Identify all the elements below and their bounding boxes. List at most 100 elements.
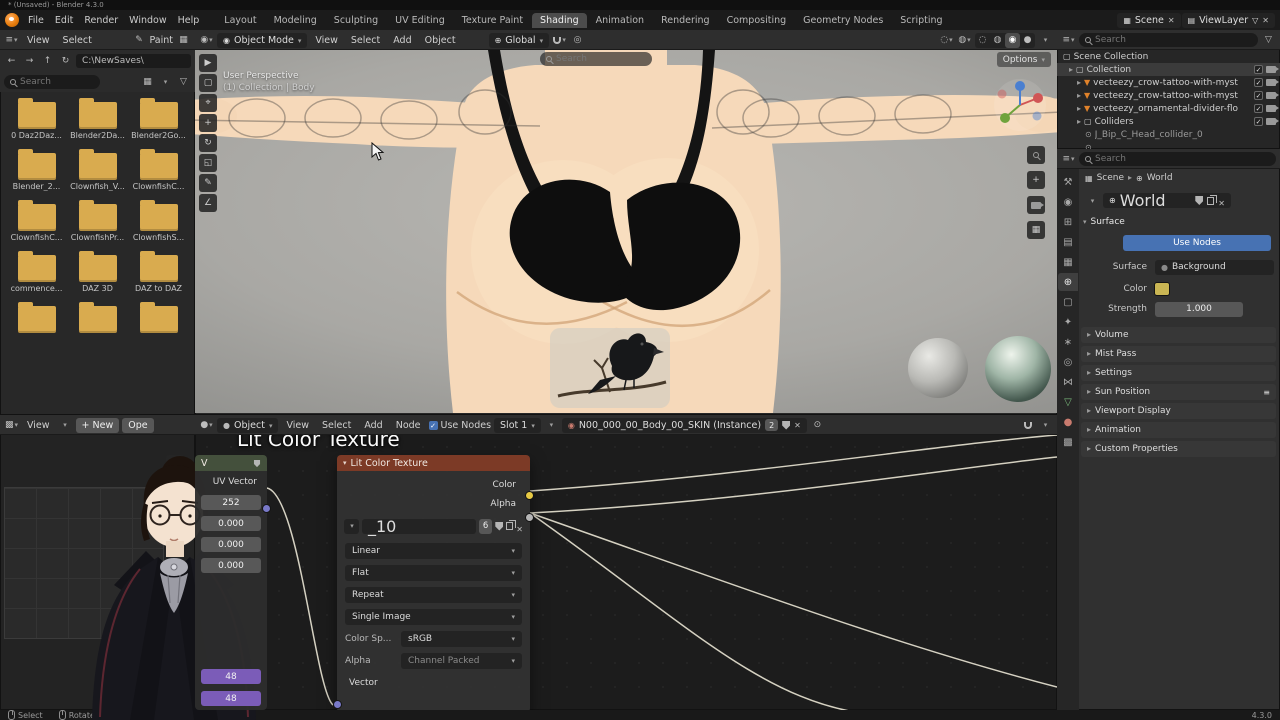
browse-world-icon[interactable] bbox=[1085, 193, 1100, 208]
fb-grid-icon[interactable]: ▦ bbox=[176, 33, 191, 48]
menu-render[interactable]: Render bbox=[79, 14, 123, 27]
use-nodes-checkbox[interactable] bbox=[429, 421, 438, 430]
surface-value-dropdown[interactable]: ● Background bbox=[1155, 260, 1274, 275]
viewlayer-close-icon[interactable] bbox=[1262, 15, 1269, 26]
outliner-row[interactable]: ⊙ bbox=[1057, 141, 1280, 149]
fb-search-input[interactable] bbox=[20, 77, 94, 87]
folder-item[interactable]: Clownfish_V... bbox=[67, 149, 128, 191]
use-nodes-button[interactable]: Use Nodes bbox=[1123, 235, 1271, 251]
gizmo-dropdown-icon[interactable]: ◌ bbox=[939, 33, 954, 48]
new-image-button[interactable]: +New bbox=[76, 418, 120, 433]
sh-menu-select[interactable]: Select bbox=[317, 419, 356, 432]
folder-item[interactable]: Blender_2... bbox=[6, 149, 67, 191]
world-properties-icon[interactable]: ⊕ bbox=[1058, 273, 1078, 291]
measure-tool-icon[interactable]: ∠ bbox=[199, 194, 217, 212]
fb-filter-icon[interactable]: ▽ bbox=[176, 75, 191, 90]
color-swatch[interactable] bbox=[1155, 283, 1169, 295]
browse-material-icon[interactable] bbox=[544, 418, 559, 433]
extension-dropdown[interactable]: Repeat bbox=[345, 587, 522, 603]
exclude-checkbox[interactable] bbox=[1254, 91, 1263, 100]
render-visibility-icon[interactable] bbox=[1266, 66, 1276, 73]
data-properties-icon[interactable]: ▽ bbox=[1058, 393, 1078, 411]
fb-thumbnail-view-icon[interactable]: ▦ bbox=[140, 75, 155, 90]
alpha-output-socket[interactable] bbox=[525, 513, 534, 522]
render-properties-icon[interactable]: ◉ bbox=[1058, 193, 1078, 211]
tab-animation[interactable]: Animation bbox=[588, 13, 652, 28]
physics-properties-icon[interactable]: ◎ bbox=[1058, 353, 1078, 371]
ie-menu-view[interactable]: View bbox=[22, 419, 55, 432]
sh-menu-node[interactable]: Node bbox=[391, 419, 426, 432]
value-field[interactable]: 0.000 bbox=[201, 537, 261, 552]
ortho-grid-icon[interactable]: ▦ bbox=[1027, 221, 1045, 239]
vp-menu-add[interactable]: Add bbox=[388, 34, 416, 47]
tab-uv-editing[interactable]: UV Editing bbox=[387, 13, 453, 28]
color-space-dropdown[interactable]: sRGB bbox=[401, 631, 522, 647]
expand-icon[interactable] bbox=[1077, 104, 1081, 114]
vp-menu-object[interactable]: Object bbox=[420, 34, 461, 47]
driven-field[interactable]: 48 bbox=[201, 669, 261, 684]
overlay-options-icon[interactable] bbox=[1038, 418, 1053, 433]
refresh-icon[interactable]: ↻ bbox=[58, 54, 73, 69]
folder-item[interactable]: ClownfishS... bbox=[128, 200, 189, 242]
material-properties-icon[interactable]: ● bbox=[1058, 413, 1078, 431]
editor-type-icon[interactable]: ≡ bbox=[4, 33, 19, 48]
options-button[interactable]: Options bbox=[997, 52, 1051, 67]
source-dropdown[interactable]: Single Image bbox=[345, 609, 522, 625]
viewlayer-filter-icon[interactable]: ▽ bbox=[1252, 16, 1258, 25]
scene-selector[interactable]: ▦ Scene bbox=[1117, 13, 1180, 28]
image-name-field[interactable]: _10 bbox=[362, 519, 476, 534]
unlink-icon[interactable] bbox=[794, 420, 801, 431]
render-visibility-icon[interactable] bbox=[1266, 118, 1276, 125]
menu-file[interactable]: File bbox=[23, 14, 49, 27]
overlays-dropdown-icon[interactable]: ◍ bbox=[957, 33, 972, 48]
surface-panel-header[interactable]: ▾Surface bbox=[1083, 217, 1125, 227]
value-field[interactable]: 252 bbox=[201, 495, 261, 510]
rotate-tool-icon[interactable]: ↻ bbox=[199, 134, 217, 152]
strength-field[interactable]: 1.000 bbox=[1155, 302, 1243, 317]
snap-icon[interactable] bbox=[1020, 418, 1035, 433]
breadcrumb-scene[interactable]: Scene bbox=[1097, 173, 1124, 183]
outliner-row[interactable]: ▢ Colliders bbox=[1057, 115, 1280, 128]
modifier-properties-icon[interactable]: ✦ bbox=[1058, 313, 1078, 331]
blender-logo-icon[interactable] bbox=[5, 13, 19, 27]
shading-options-icon[interactable] bbox=[1038, 33, 1053, 48]
shading-material-icon[interactable]: ◉ bbox=[1005, 33, 1020, 48]
sh-menu-add[interactable]: Add bbox=[359, 419, 387, 432]
image-texture-node[interactable]: ▾ Lit Color Texture Color Alpha _10 6 Li… bbox=[337, 455, 530, 710]
camera-view-icon[interactable] bbox=[1027, 196, 1045, 214]
fb-menu-view[interactable]: View bbox=[22, 34, 55, 47]
tab-sculpting[interactable]: Sculpting bbox=[326, 13, 386, 28]
folder-item[interactable]: ClownfishC... bbox=[6, 200, 67, 242]
proportional-edit-icon[interactable]: ◎ bbox=[570, 33, 585, 48]
value-field[interactable]: 0.000 bbox=[201, 516, 261, 531]
particles-properties-icon[interactable]: ∗ bbox=[1058, 333, 1078, 351]
paint-mode-label[interactable]: Paint bbox=[149, 35, 173, 46]
exclude-checkbox[interactable] bbox=[1254, 104, 1263, 113]
shading-rendered-icon[interactable]: ● bbox=[1020, 33, 1035, 48]
viewlayer-selector[interactable]: ▤ ViewLayer ▽ bbox=[1182, 13, 1275, 28]
menu-window[interactable]: Window bbox=[124, 14, 171, 27]
vp-menu-view[interactable]: View bbox=[310, 34, 343, 47]
viewport-canvas[interactable]: ▶ ▢ ⌖ + ↻ ◱ ✎ ∠ User Perspective (1) Col… bbox=[195, 50, 1057, 413]
interpolation-dropdown[interactable]: Linear bbox=[345, 543, 522, 559]
outliner-row[interactable]: ▼ vecteezy_ornamental-divider-flo bbox=[1057, 102, 1280, 115]
render-visibility-icon[interactable] bbox=[1266, 79, 1276, 86]
material-datablock-field[interactable]: ◉ N00_000_00_Body_00_SKIN (Instance) 2 bbox=[562, 418, 807, 433]
vp-menu-select[interactable]: Select bbox=[346, 34, 385, 47]
scene-properties-icon[interactable]: ▦ bbox=[1058, 253, 1078, 271]
tab-modeling[interactable]: Modeling bbox=[266, 13, 325, 28]
editor-type-icon[interactable]: ● bbox=[199, 418, 214, 433]
render-visibility-icon[interactable] bbox=[1266, 92, 1276, 99]
tab-shading[interactable]: Shading bbox=[532, 13, 587, 28]
constraints-properties-icon[interactable]: ⋈ bbox=[1058, 373, 1078, 391]
expand-icon[interactable] bbox=[1069, 65, 1073, 75]
tab-scripting[interactable]: Scripting bbox=[892, 13, 950, 28]
select-tool-icon[interactable]: ▶ bbox=[199, 54, 217, 72]
properties-search-field[interactable] bbox=[1079, 152, 1276, 166]
exclude-checkbox[interactable] bbox=[1254, 78, 1263, 87]
tab-rendering[interactable]: Rendering bbox=[653, 13, 718, 28]
editor-type-icon[interactable]: ▩ bbox=[4, 418, 19, 433]
cursor-tool-icon[interactable]: ⌖ bbox=[199, 94, 217, 112]
alpha-mode-dropdown[interactable]: Channel Packed bbox=[401, 653, 522, 669]
folder-item[interactable] bbox=[6, 302, 67, 335]
